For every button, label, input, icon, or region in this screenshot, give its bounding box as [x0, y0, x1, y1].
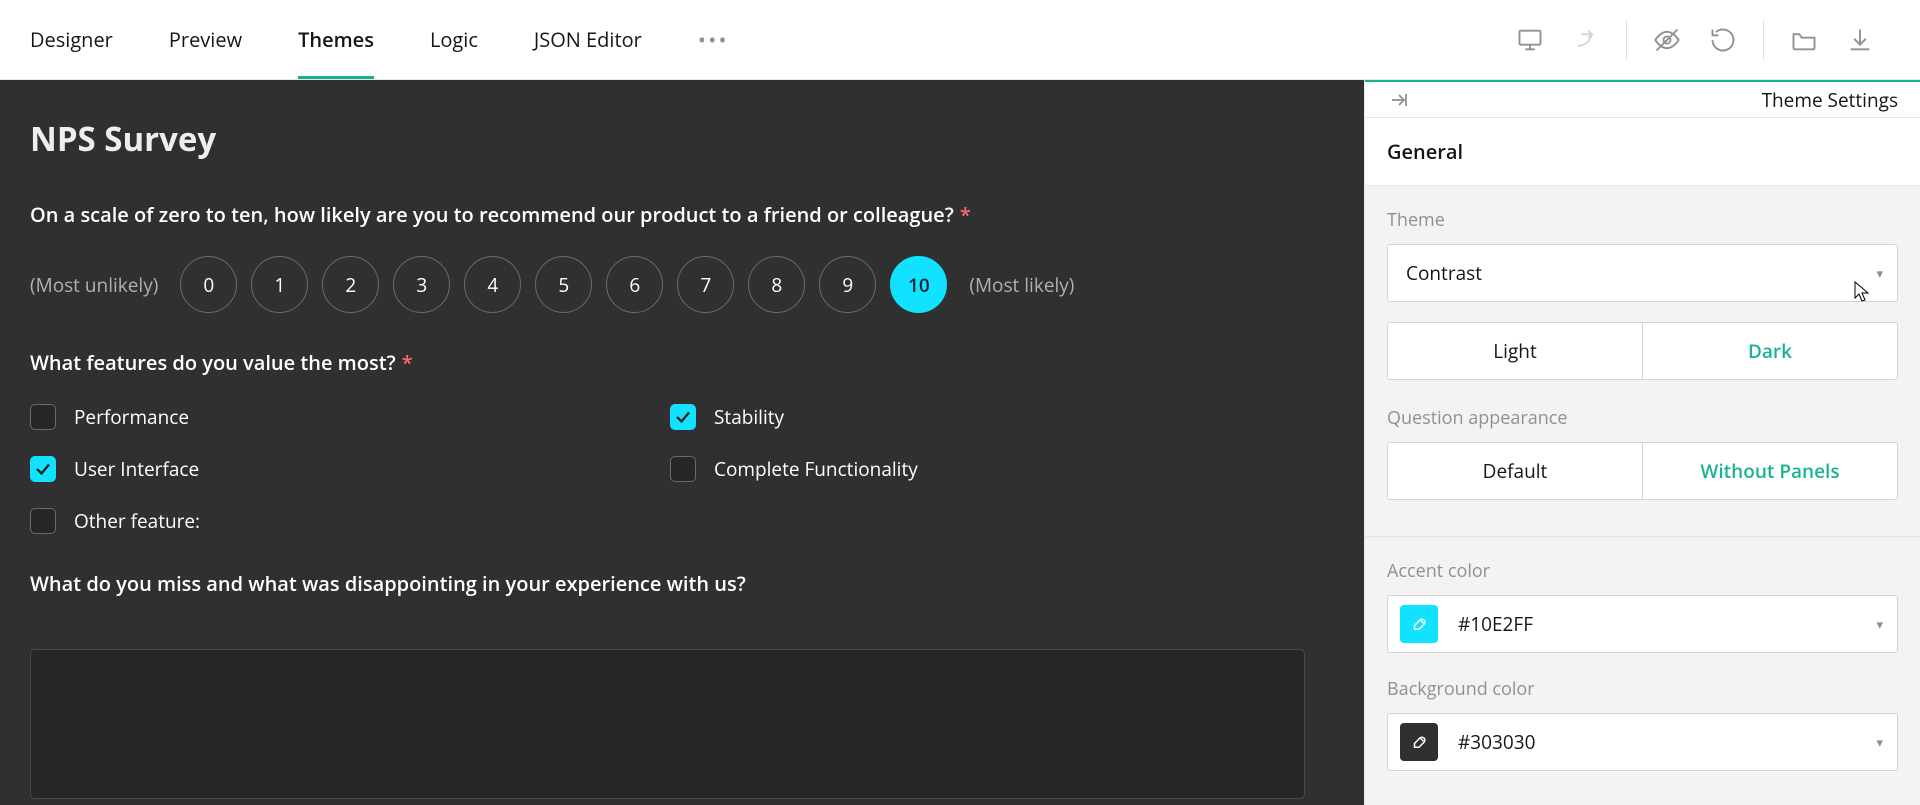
- theme-select[interactable]: Contrast ▾: [1387, 244, 1898, 302]
- question-checkbox: What features do you value the most?* Pe…: [30, 349, 1334, 534]
- rating-row: (Most unlikely) 012345678910 (Most likel…: [30, 256, 1334, 313]
- question-title: On a scale of zero to ten, how likely ar…: [30, 201, 1334, 228]
- accent-label: Accent color: [1387, 559, 1898, 583]
- qa-label: Question appearance: [1387, 406, 1898, 430]
- question-comment: What do you miss and what was disappoint…: [30, 570, 1334, 805]
- checkbox-label: Stability: [714, 404, 784, 430]
- collapse-panel-icon[interactable]: [1387, 88, 1411, 112]
- reset-icon[interactable]: [1695, 12, 1751, 68]
- checkbox-label: Other feature:: [74, 508, 200, 534]
- rate-2[interactable]: 2: [322, 256, 379, 313]
- accent-color-swatch: [1400, 605, 1438, 643]
- chevron-down-icon: ▾: [1876, 615, 1883, 633]
- required-mark: *: [960, 201, 971, 228]
- rate-0[interactable]: 0: [180, 256, 237, 313]
- checkbox[interactable]: [670, 404, 696, 430]
- required-mark: *: [402, 349, 413, 376]
- rate-max-label: (Most likely): [969, 272, 1074, 298]
- check-item[interactable]: Complete Functionality: [670, 456, 1310, 482]
- bg-color-select[interactable]: #303030 ▾: [1387, 713, 1898, 771]
- question-title: What features do you value the most?*: [30, 349, 1334, 376]
- device-preview-icon[interactable]: [1502, 12, 1558, 68]
- checkbox-label: User Interface: [74, 456, 199, 482]
- accent-color-select[interactable]: #10E2FF ▾: [1387, 595, 1898, 653]
- bg-hex: #303030: [1458, 729, 1535, 755]
- comment-input[interactable]: [30, 649, 1305, 799]
- checkbox[interactable]: [670, 456, 696, 482]
- accent-hex: #10E2FF: [1458, 611, 1533, 637]
- tab-designer[interactable]: Designer: [30, 0, 113, 79]
- toolbar-actions: [1502, 0, 1920, 79]
- rate-7[interactable]: 7: [677, 256, 734, 313]
- survey-canvas: NPS Survey On a scale of zero to ten, ho…: [0, 80, 1364, 805]
- theme-select-value: Contrast: [1406, 260, 1482, 286]
- q2-text: What features do you value the most?: [30, 349, 396, 376]
- bg-color-swatch: [1400, 723, 1438, 761]
- rate-9[interactable]: 9: [819, 256, 876, 313]
- panel-header: Theme Settings: [1365, 80, 1920, 118]
- rate-3[interactable]: 3: [393, 256, 450, 313]
- checkbox-label: Performance: [74, 404, 189, 430]
- rate-6[interactable]: 6: [606, 256, 663, 313]
- tab-themes[interactable]: Themes: [298, 0, 374, 79]
- rate-10[interactable]: 10: [890, 256, 947, 313]
- theme-settings-panel: Theme Settings General Theme Contrast ▾ …: [1364, 80, 1920, 805]
- nav-tabs: Designer Preview Themes Logic JSON Edito…: [0, 0, 729, 79]
- check-item[interactable]: Stability: [670, 404, 1310, 430]
- mode-light[interactable]: Light: [1388, 323, 1642, 379]
- section-general-header[interactable]: General: [1365, 118, 1920, 186]
- rating-circles: 012345678910: [180, 256, 947, 313]
- bg-label: Background color: [1387, 677, 1898, 701]
- q3-text: What do you miss and what was disappoint…: [30, 570, 1334, 597]
- checkbox[interactable]: [30, 404, 56, 430]
- tab-preview[interactable]: Preview: [169, 0, 242, 79]
- download-icon[interactable]: [1832, 12, 1888, 68]
- question-rating: On a scale of zero to ten, how likely ar…: [30, 201, 1334, 313]
- rate-min-label: (Most unlikely): [30, 272, 158, 298]
- tab-logic[interactable]: Logic: [430, 0, 478, 79]
- checkbox[interactable]: [30, 456, 56, 482]
- q1-text: On a scale of zero to ten, how likely ar…: [30, 201, 954, 228]
- check-item[interactable]: User Interface: [30, 456, 670, 482]
- toolbar-divider: [1626, 20, 1627, 60]
- toolbar-divider-2: [1763, 20, 1764, 60]
- mode-dark[interactable]: Dark: [1642, 323, 1897, 379]
- check-item[interactable]: Other feature:: [30, 508, 670, 534]
- rate-5[interactable]: 5: [535, 256, 592, 313]
- checkbox-label: Complete Functionality: [714, 456, 918, 482]
- mode-toggle: Light Dark: [1387, 322, 1898, 380]
- rate-4[interactable]: 4: [464, 256, 521, 313]
- chevron-down-icon: ▾: [1876, 733, 1883, 751]
- open-folder-icon[interactable]: [1776, 12, 1832, 68]
- qa-default[interactable]: Default: [1388, 443, 1642, 499]
- qa-without-panels[interactable]: Without Panels: [1642, 443, 1897, 499]
- checkbox[interactable]: [30, 508, 56, 534]
- checkbox-grid: Performance Stability User Interface Comple…: [30, 404, 1334, 534]
- check-item[interactable]: Performance: [30, 404, 670, 430]
- rate-8[interactable]: 8: [748, 256, 805, 313]
- chevron-down-icon: ▾: [1876, 264, 1883, 282]
- cursor-icon: [1853, 280, 1873, 308]
- question-appearance-toggle: Default Without Panels: [1387, 442, 1898, 500]
- survey-title: NPS Survey: [30, 116, 1334, 161]
- redo-icon: [1558, 12, 1614, 68]
- panel-title: Theme Settings: [1762, 87, 1898, 113]
- tab-json[interactable]: JSON Editor: [534, 0, 642, 79]
- tabs-overflow-icon[interactable]: •••: [698, 25, 729, 55]
- theme-label: Theme: [1387, 208, 1898, 232]
- visibility-off-icon[interactable]: [1639, 12, 1695, 68]
- top-toolbar: Designer Preview Themes Logic JSON Edito…: [0, 0, 1920, 80]
- rate-1[interactable]: 1: [251, 256, 308, 313]
